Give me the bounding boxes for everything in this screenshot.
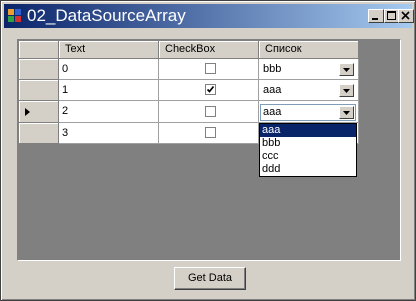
dropdown-option[interactable]: bbb [260, 137, 356, 150]
combo-box[interactable]: bbb [260, 61, 356, 78]
column-header-checkbox[interactable]: CheckBox [159, 41, 259, 59]
check-icon [206, 85, 215, 93]
window-title: 02_DataSourceArray [27, 6, 186, 25]
checkbox-cell[interactable] [159, 80, 259, 101]
checkbox[interactable] [205, 106, 216, 117]
close-icon [401, 11, 410, 20]
combo-value: aaa [263, 84, 282, 96]
maximize-icon [387, 11, 396, 20]
title-bar[interactable]: 02_DataSourceArray [4, 4, 414, 28]
checkbox-checked[interactable] [205, 84, 216, 95]
combo-box[interactable]: aaa [260, 82, 356, 99]
checkbox[interactable] [205, 127, 216, 138]
column-header-list[interactable]: Список [259, 41, 359, 59]
combo-cell-active[interactable]: aaa [259, 101, 359, 123]
text-cell[interactable]: 3 [59, 123, 159, 144]
dropdown-option-selected[interactable]: aaa [260, 124, 356, 137]
get-data-button[interactable]: Get Data [174, 267, 246, 290]
combo-cell[interactable]: aaa [259, 80, 359, 101]
form-app-icon[interactable] [8, 9, 22, 23]
dropdown-option[interactable]: ccc [260, 150, 356, 163]
app-window: 02_DataSourceArray Text CheckBox Список … [0, 0, 416, 301]
chevron-down-icon [343, 111, 350, 115]
row-header[interactable] [19, 59, 59, 80]
row-header-current[interactable] [19, 101, 59, 123]
checkbox[interactable] [205, 63, 216, 74]
dropdown-option[interactable]: ddd [260, 163, 356, 176]
checkbox-cell[interactable] [159, 101, 259, 123]
chevron-down-icon [343, 89, 350, 93]
top-left-header[interactable] [19, 41, 59, 59]
row-header[interactable] [19, 123, 59, 144]
text-cell[interactable]: 0 [59, 59, 159, 80]
text-cell[interactable]: 1 [59, 80, 159, 101]
current-row-arrow-icon [25, 108, 30, 116]
minimize-icon [372, 18, 378, 20]
combo-cell[interactable]: bbb [259, 59, 359, 80]
minimize-button[interactable] [368, 9, 384, 23]
column-header-text[interactable]: Text [59, 41, 159, 59]
text-cell[interactable]: 2 [59, 101, 159, 123]
combo-dropdown-button[interactable] [339, 106, 354, 119]
combo-value: aaa [263, 106, 282, 118]
row-header[interactable] [19, 80, 59, 101]
combo-dropdown-button[interactable] [339, 84, 354, 97]
combo-value: bbb [263, 63, 282, 75]
close-button[interactable] [398, 9, 414, 23]
checkbox-cell[interactable] [159, 123, 259, 144]
combo-dropdown-list[interactable]: aaa bbb ccc ddd [259, 123, 357, 177]
combo-dropdown-button[interactable] [339, 63, 354, 76]
checkbox-cell[interactable] [159, 59, 259, 80]
chevron-down-icon [343, 68, 350, 72]
combo-box-active[interactable]: aaa [260, 104, 356, 121]
